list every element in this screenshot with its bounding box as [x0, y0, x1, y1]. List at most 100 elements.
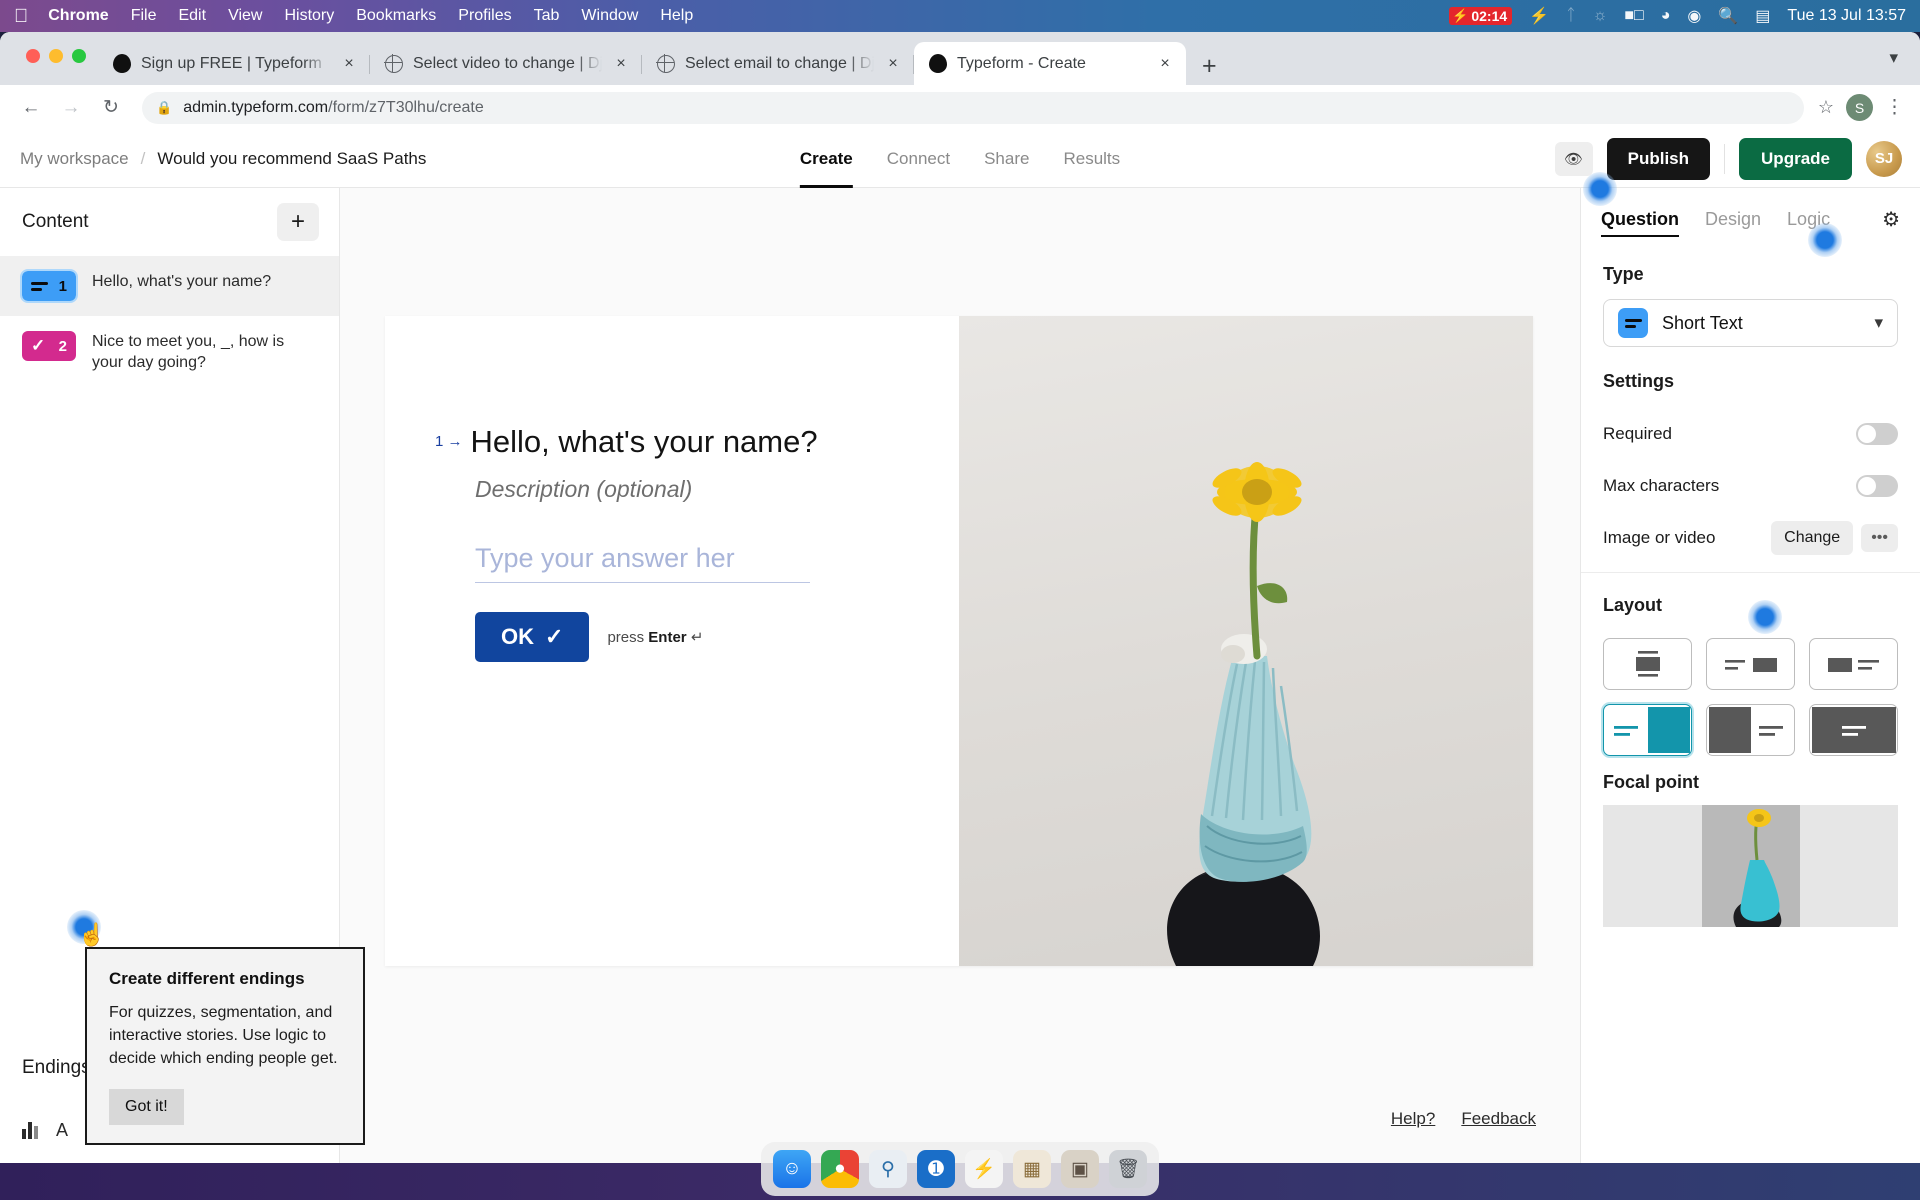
- change-image-button[interactable]: Change: [1771, 521, 1854, 555]
- browser-tab-1[interactable]: Select video to change | Djang ×: [370, 42, 642, 85]
- browser-tab-3[interactable]: Typeform - Create ×: [914, 42, 1186, 85]
- address-bar[interactable]: 🔒 admin.typeform.com/form/z7T30lhu/creat…: [142, 91, 1804, 124]
- required-toggle[interactable]: [1856, 423, 1898, 445]
- layout-option-text-left-image-right-small[interactable]: [1706, 638, 1795, 690]
- bars-icon[interactable]: [22, 1121, 38, 1139]
- browser-tab-0[interactable]: Sign up FREE | Typeform ×: [98, 42, 370, 85]
- breadcrumb-workspace[interactable]: My workspace: [20, 149, 129, 169]
- tab-design[interactable]: Design: [1705, 188, 1761, 250]
- finder-icon[interactable]: ☺: [773, 1150, 811, 1188]
- question-type-select[interactable]: Short Text ▾: [1603, 299, 1898, 347]
- tab-create[interactable]: Create: [799, 130, 853, 188]
- 1password-icon[interactable]: ➊: [917, 1150, 955, 1188]
- tab-connect[interactable]: Connect: [887, 130, 950, 188]
- gear-icon[interactable]: ⚙: [1882, 207, 1900, 232]
- tab-share[interactable]: Share: [984, 130, 1029, 188]
- forward-button[interactable]: →: [54, 91, 88, 125]
- tab-results[interactable]: Results: [1063, 130, 1120, 188]
- user-avatar[interactable]: SJ: [1866, 140, 1902, 177]
- bookmark-star-icon[interactable]: ☆: [1818, 97, 1834, 118]
- layout-option-full-background[interactable]: [1809, 704, 1898, 756]
- reload-button[interactable]: ↻: [94, 91, 128, 125]
- close-tab-button[interactable]: ×: [612, 55, 630, 73]
- flower-sculpture-image: [1167, 462, 1320, 966]
- display-icon[interactable]: ▤: [1755, 6, 1770, 26]
- menu-item-tab[interactable]: Tab: [534, 7, 560, 25]
- chrome-icon[interactable]: ●: [821, 1150, 859, 1188]
- minimize-window-button[interactable]: [49, 49, 63, 63]
- letter-a-icon[interactable]: A: [56, 1120, 68, 1141]
- menu-bar-clock[interactable]: Tue 13 Jul 13:57: [1787, 7, 1906, 25]
- menu-item-edit[interactable]: Edit: [178, 7, 206, 25]
- setting-required[interactable]: Required: [1581, 408, 1920, 460]
- answer-preview-input[interactable]: Type your answer her: [475, 543, 810, 583]
- panel-tabs: Question Design Logic ⚙: [1581, 188, 1920, 250]
- screen:  Chrome File Edit View History Bookmark…: [0, 0, 1920, 1200]
- preview-eye-icon[interactable]: 👁: [1554, 141, 1593, 176]
- upgrade-button[interactable]: Upgrade: [1739, 137, 1852, 180]
- question-list-item-2[interactable]: ✓ 2 Nice to meet you, _, how is your day…: [0, 316, 339, 388]
- menu-item-file[interactable]: File: [131, 7, 157, 25]
- wifi-icon[interactable]: ◕: [1661, 7, 1671, 25]
- feedback-link[interactable]: Feedback: [1461, 1109, 1536, 1129]
- add-question-button[interactable]: +: [277, 203, 319, 241]
- image-or-video-label: Image or video: [1603, 528, 1716, 547]
- maximize-window-button[interactable]: [72, 49, 86, 63]
- chrome-profile-avatar[interactable]: S: [1846, 94, 1873, 121]
- preview-icon[interactable]: ⚲: [869, 1150, 907, 1188]
- ok-button[interactable]: OK ✓: [475, 612, 590, 662]
- trash-icon[interactable]: 🗑: [1109, 1150, 1147, 1188]
- close-tab-button[interactable]: ×: [340, 55, 358, 73]
- question-title[interactable]: Hello, what's your name?: [471, 424, 818, 460]
- question-list-item-1[interactable]: 1 Hello, what's your name?: [0, 256, 339, 316]
- bolt-icon[interactable]: ⚡: [1529, 6, 1549, 26]
- notes-icon[interactable]: ▦: [1013, 1150, 1051, 1188]
- tab-question[interactable]: Question: [1601, 188, 1680, 250]
- menu-item-bookmarks[interactable]: Bookmarks: [356, 7, 436, 25]
- new-tab-button[interactable]: +: [1202, 54, 1217, 79]
- menu-item-profiles[interactable]: Profiles: [458, 7, 511, 25]
- question-preview-image[interactable]: [959, 316, 1533, 966]
- tab-logic[interactable]: Logic: [1787, 188, 1830, 250]
- control-center-icon[interactable]: ◉: [1687, 6, 1701, 26]
- chrome-menu-icon[interactable]: ⋮: [1885, 97, 1904, 117]
- setting-max-characters[interactable]: Max characters: [1581, 460, 1920, 512]
- question-number: 1: [58, 277, 67, 295]
- breadcrumb-separator: /: [140, 148, 146, 168]
- focal-point-preview[interactable]: [1603, 805, 1898, 927]
- tooltip-got-it-button[interactable]: Got it!: [109, 1088, 184, 1125]
- layout-option-stacked-top[interactable]: [1603, 638, 1692, 690]
- focal-crop-area[interactable]: [1701, 805, 1800, 927]
- image-more-options-button[interactable]: •••: [1861, 523, 1898, 553]
- screen-recording-badge[interactable]: ⚡ 02:14: [1449, 7, 1513, 25]
- layout-option-image-left-small-text-right[interactable]: [1809, 638, 1898, 690]
- close-tab-button[interactable]: ×: [884, 55, 902, 73]
- menu-item-view[interactable]: View: [228, 7, 262, 25]
- menu-item-help[interactable]: Help: [660, 7, 693, 25]
- screens-icon[interactable]: ▣: [1061, 1150, 1099, 1188]
- tab-list-caret-icon[interactable]: ▾: [1889, 48, 1898, 68]
- close-tab-button[interactable]: ×: [1156, 55, 1174, 73]
- browser-tab-2[interactable]: Select email to change | Djang ×: [642, 42, 914, 85]
- search-icon[interactable]: 🔍: [1718, 6, 1738, 26]
- close-window-button[interactable]: [26, 49, 40, 63]
- max-characters-toggle[interactable]: [1856, 475, 1898, 497]
- question-description-input[interactable]: Description (optional): [475, 476, 959, 503]
- battery-icon[interactable]: ■□: [1624, 7, 1643, 25]
- publish-button[interactable]: Publish: [1606, 137, 1711, 180]
- keyboard-brightness-icon[interactable]: ☼: [1593, 7, 1608, 25]
- question-label: Nice to meet you, _, how is your day goi…: [92, 333, 285, 372]
- help-link[interactable]: Help?: [1391, 1109, 1435, 1129]
- apple-logo-icon[interactable]: : [14, 7, 28, 26]
- bolt-icon[interactable]: ⚡: [965, 1150, 1003, 1188]
- menu-item-chrome[interactable]: Chrome: [48, 7, 108, 25]
- layout-option-text-left-image-right-full[interactable]: [1603, 704, 1692, 756]
- back-button[interactable]: ←: [14, 91, 48, 125]
- bluetooth-icon[interactable]: ᛏ: [1566, 7, 1576, 25]
- window-controls[interactable]: [26, 49, 86, 63]
- question-preview-text-side: 1 → Hello, what's your name? Description…: [385, 316, 959, 966]
- menu-item-window[interactable]: Window: [581, 7, 638, 25]
- menu-item-history[interactable]: History: [284, 7, 334, 25]
- breadcrumb-form-name[interactable]: Would you recommend SaaS Paths: [157, 149, 426, 169]
- layout-option-image-left-full-text-right[interactable]: [1706, 704, 1795, 756]
